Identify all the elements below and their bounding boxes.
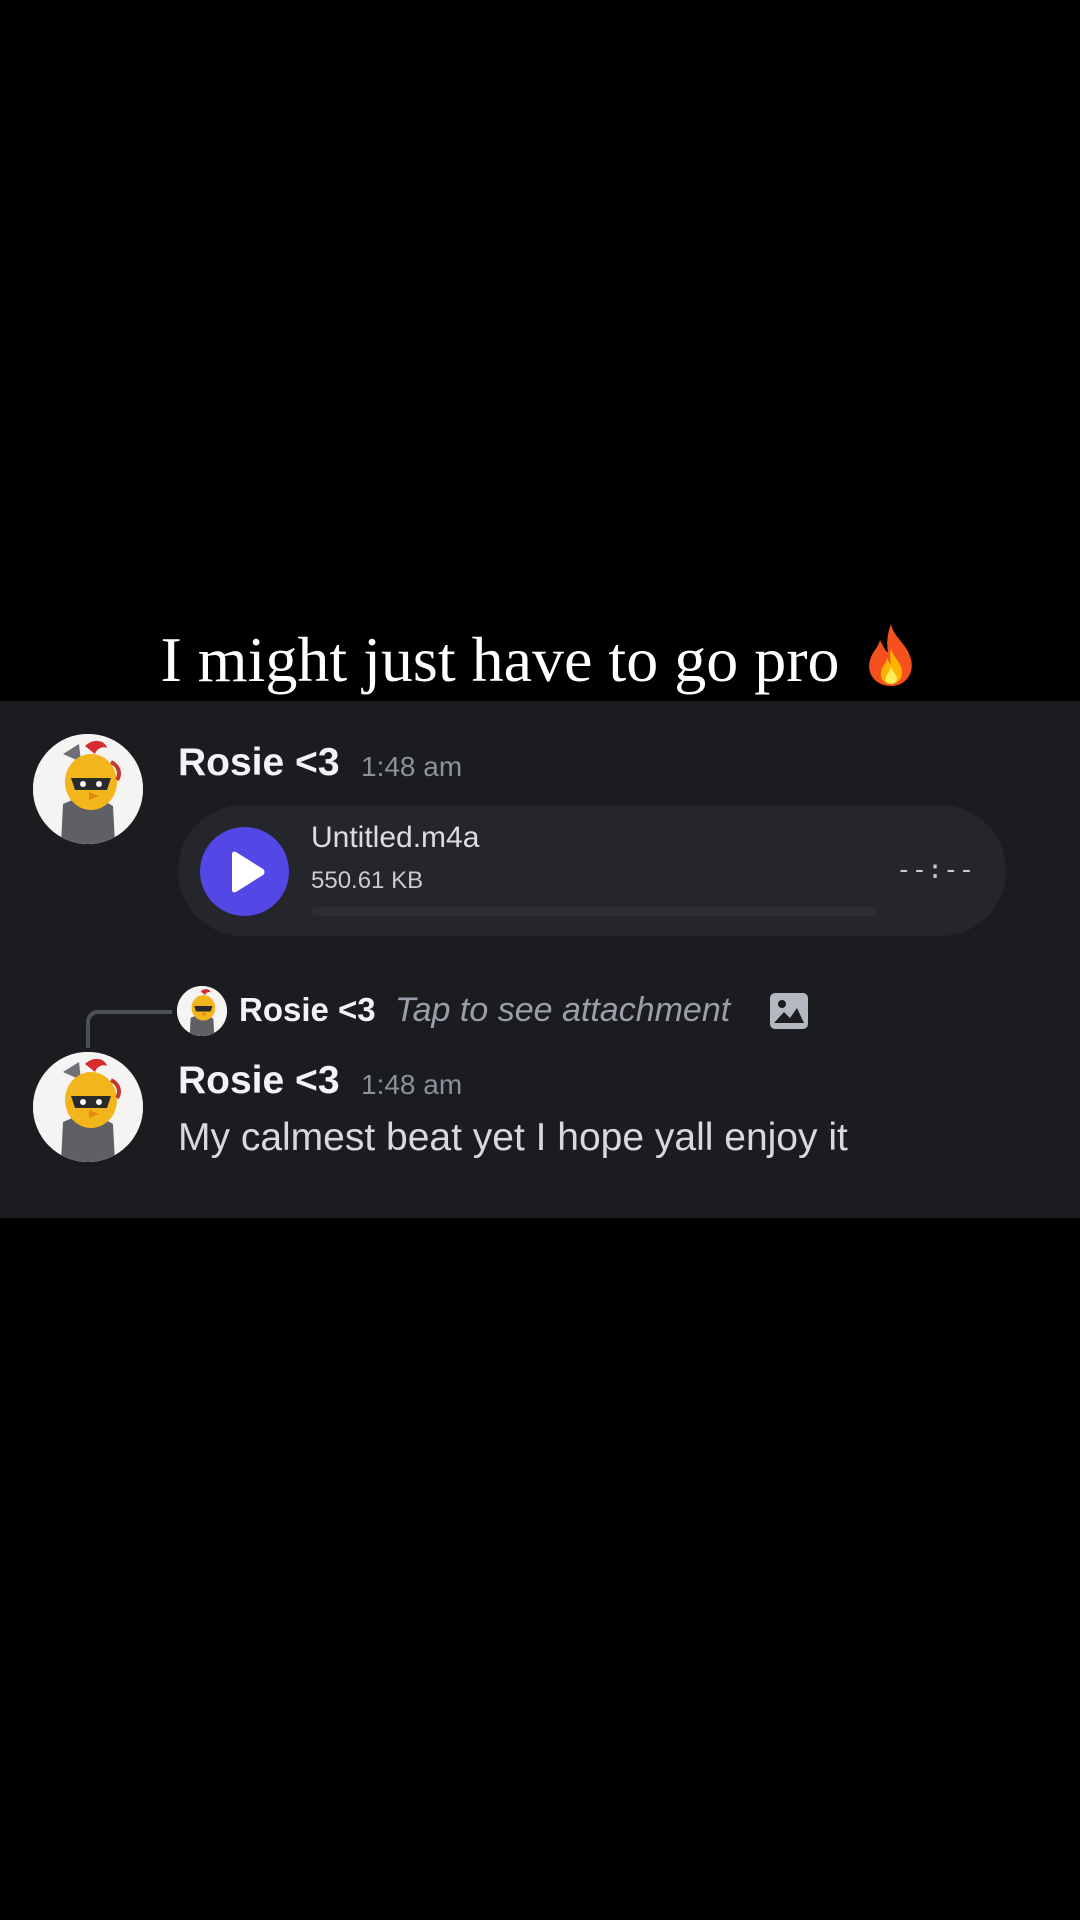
message-username[interactable]: Rosie <3 <box>178 1059 340 1103</box>
reply-avatar[interactable] <box>177 986 227 1036</box>
cartoon-bird-avatar-icon <box>177 986 227 1036</box>
reply-username[interactable]: Rosie <3 <box>239 991 376 1029</box>
audio-duration: --:-- <box>896 855 975 885</box>
message-timestamp: 1:48 am <box>361 751 463 782</box>
cartoon-bird-avatar-icon <box>33 1052 143 1162</box>
user-avatar[interactable] <box>33 1052 143 1162</box>
message-text: My calmest beat yet I hope yall enjoy it <box>178 1116 848 1159</box>
user-avatar[interactable] <box>33 734 143 844</box>
chat-panel: Rosie <3 1:48 am Untitled.m4a 550.61 KB … <box>0 701 1080 1218</box>
image-icon <box>770 993 808 1034</box>
play-button[interactable] <box>200 827 289 916</box>
attachment-file-size: 550.61 KB <box>311 867 424 894</box>
reply-preview-text[interactable]: Tap to see attachment <box>395 991 730 1030</box>
caption-text: I might just have to go pro <box>160 624 840 696</box>
reply-connector <box>86 1010 172 1048</box>
message-timestamp: 1:48 am <box>361 1069 463 1100</box>
play-icon <box>232 851 265 893</box>
fire-icon <box>862 622 920 699</box>
audio-attachment: Untitled.m4a 550.61 KB --:-- <box>178 805 1006 936</box>
cartoon-bird-avatar-icon <box>33 734 143 844</box>
attachment-file-name[interactable]: Untitled.m4a <box>311 821 479 855</box>
message-username[interactable]: Rosie <3 <box>178 741 340 785</box>
video-caption: I might just have to go pro <box>0 624 1080 705</box>
audio-progress-bar[interactable] <box>311 907 877 916</box>
